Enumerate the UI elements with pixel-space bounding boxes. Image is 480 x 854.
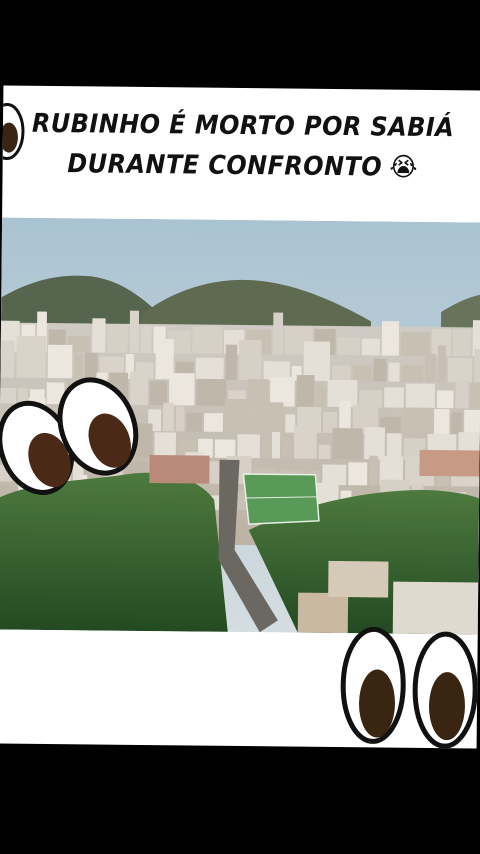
building (332, 428, 363, 460)
building (464, 409, 480, 435)
building (293, 425, 317, 459)
building (254, 402, 284, 433)
building (316, 385, 326, 407)
building (269, 376, 295, 407)
building (140, 325, 152, 354)
building (433, 408, 450, 435)
building (224, 398, 253, 433)
caption-line-2-text: DURANTE CONFRONTO (67, 149, 383, 183)
building (168, 372, 195, 406)
building (405, 383, 436, 409)
building (402, 407, 433, 435)
building (322, 464, 347, 486)
building (452, 329, 471, 357)
building (388, 362, 400, 382)
building (361, 338, 380, 356)
building (162, 402, 175, 432)
meme-card: RUBINHO É MORTO POR SABIÁ DURANTE CONFRO… (0, 85, 480, 749)
building (186, 412, 203, 432)
building (192, 326, 223, 354)
building (437, 345, 447, 383)
building (107, 323, 128, 353)
building (154, 432, 177, 458)
googly-eye-top-icon (2, 103, 25, 161)
building (451, 412, 463, 435)
caption-line-1: RUBINHO É MORTO POR SABIÁ (31, 108, 455, 144)
building (196, 378, 227, 406)
meme-caption: RUBINHO É MORTO POR SABIÁ DURANTE CONFRO… (2, 104, 480, 189)
building (318, 444, 331, 459)
building (285, 414, 296, 433)
building (303, 341, 331, 381)
crying-emoji-icon: 😭 (389, 152, 419, 183)
googly-eyes-left-icon (0, 377, 139, 495)
building (271, 431, 281, 459)
building (204, 413, 224, 432)
building (474, 349, 480, 383)
building (447, 358, 473, 383)
building (425, 353, 436, 383)
football-pitch (242, 473, 320, 525)
building (225, 344, 238, 380)
building (359, 389, 383, 408)
caption-line-2: DURANTE CONFRONTO 😭 (22, 144, 464, 189)
building (400, 331, 431, 356)
building (373, 358, 387, 382)
building (369, 455, 378, 486)
building (238, 339, 262, 381)
building (195, 357, 224, 380)
building (436, 390, 454, 409)
building (92, 318, 106, 353)
building (455, 379, 469, 409)
building (281, 438, 293, 459)
building (352, 365, 372, 382)
building (386, 433, 402, 460)
building (149, 381, 168, 406)
building (331, 365, 351, 382)
building (237, 434, 261, 459)
building (348, 462, 368, 486)
building (175, 406, 185, 432)
building (261, 434, 271, 459)
building (364, 427, 386, 460)
building (272, 312, 284, 355)
building (296, 374, 315, 407)
building (214, 439, 236, 458)
googly-eyes-right-icon (340, 626, 478, 749)
building (381, 321, 400, 356)
building (401, 365, 424, 382)
building (337, 336, 360, 356)
building (470, 382, 480, 409)
building (129, 310, 140, 353)
building (384, 387, 404, 408)
